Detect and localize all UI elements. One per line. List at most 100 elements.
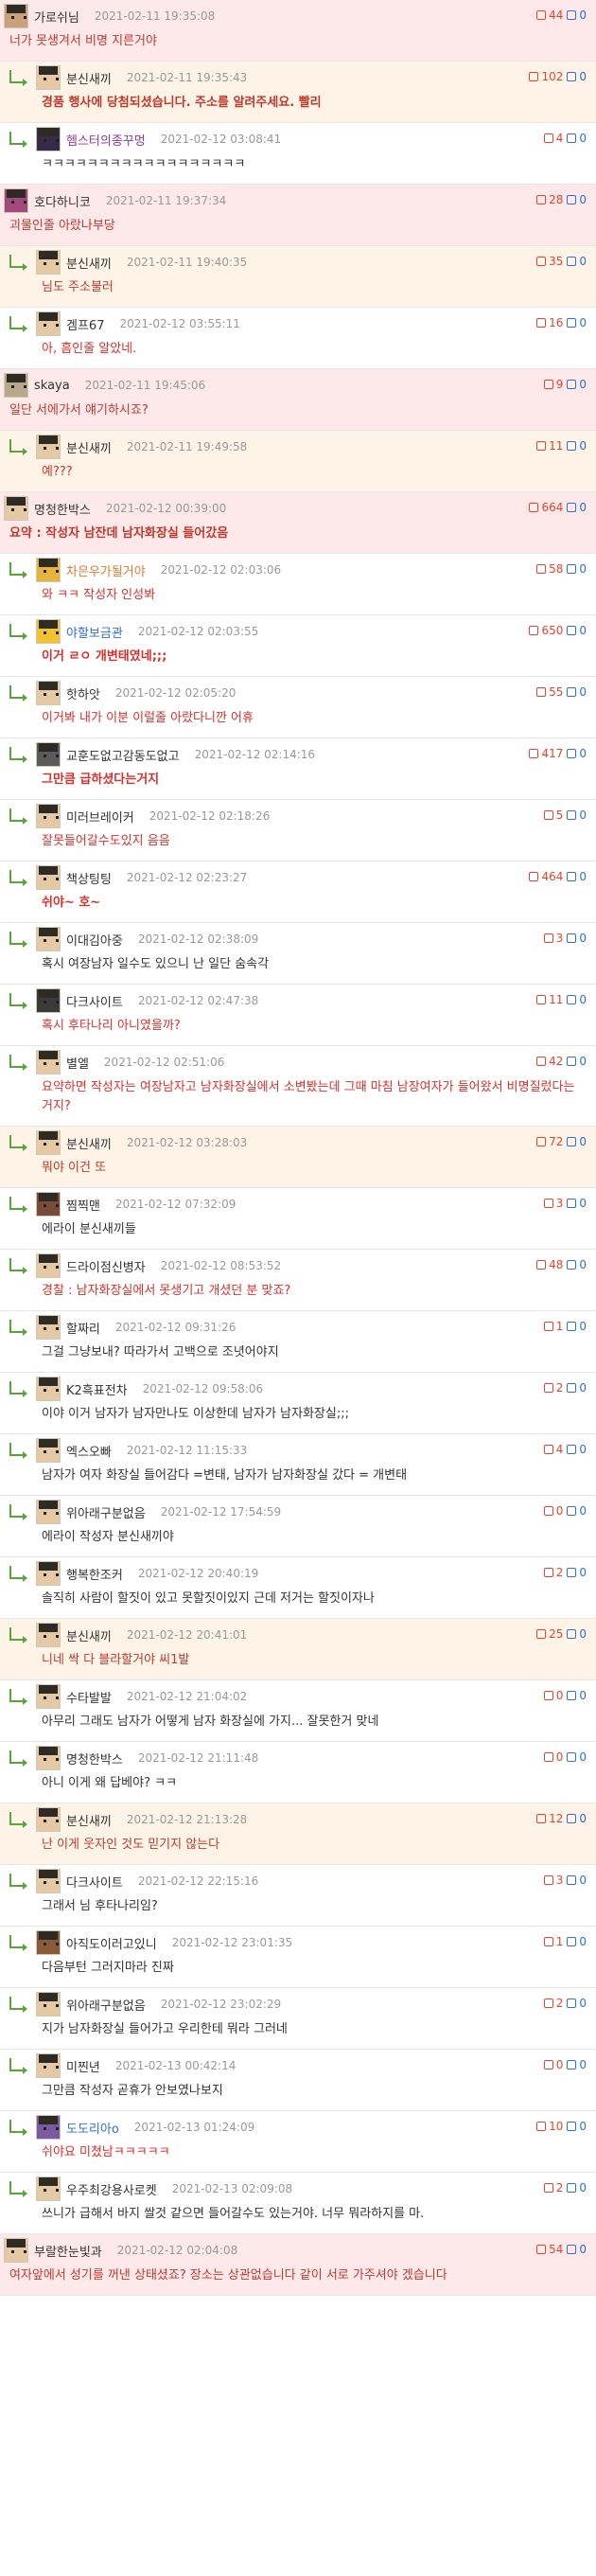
user-nickname[interactable]: 엑스오빠 bbox=[66, 1442, 112, 1460]
upvote-button[interactable]: 54 bbox=[536, 2243, 563, 2256]
user-avatar[interactable] bbox=[36, 1315, 61, 1340]
user-avatar[interactable] bbox=[36, 804, 61, 828]
downvote-button[interactable]: 0 bbox=[567, 255, 587, 268]
user-avatar[interactable] bbox=[36, 558, 61, 582]
user-avatar[interactable] bbox=[36, 927, 61, 951]
upvote-button[interactable]: 11 bbox=[536, 993, 563, 1006]
user-nickname[interactable]: 겜프67 bbox=[66, 315, 104, 333]
user-nickname[interactable]: 할짜리 bbox=[66, 1319, 100, 1337]
upvote-button[interactable]: 25 bbox=[536, 1627, 563, 1641]
user-nickname[interactable]: 야할보금관 bbox=[66, 623, 123, 641]
downvote-button[interactable]: 0 bbox=[567, 501, 587, 514]
upvote-button[interactable]: 1 bbox=[543, 1935, 563, 1948]
upvote-button[interactable]: 2 bbox=[543, 1566, 563, 1579]
user-nickname[interactable]: 분신새끼 bbox=[66, 1811, 112, 1829]
upvote-button[interactable]: 28 bbox=[536, 193, 563, 206]
user-avatar[interactable] bbox=[36, 1807, 61, 1832]
downvote-button[interactable]: 0 bbox=[567, 870, 587, 883]
user-avatar[interactable] bbox=[4, 4, 28, 28]
user-avatar[interactable] bbox=[4, 373, 28, 398]
upvote-button[interactable]: 12 bbox=[536, 1812, 563, 1825]
user-nickname[interactable]: 책상팅팅 bbox=[66, 869, 112, 887]
upvote-button[interactable]: 0 bbox=[543, 1504, 563, 1518]
upvote-button[interactable]: 650 bbox=[529, 624, 563, 637]
user-nickname[interactable]: 분신새끼 bbox=[66, 69, 112, 87]
user-avatar[interactable] bbox=[36, 1930, 61, 1955]
user-avatar[interactable] bbox=[36, 1684, 61, 1709]
user-avatar[interactable] bbox=[36, 1050, 61, 1075]
downvote-button[interactable]: 0 bbox=[567, 624, 587, 637]
user-nickname[interactable]: 호다하니코 bbox=[34, 192, 91, 210]
user-nickname[interactable]: 다크사이트 bbox=[66, 1873, 123, 1891]
user-avatar[interactable] bbox=[4, 496, 28, 521]
user-nickname[interactable]: skaya bbox=[34, 379, 70, 393]
user-nickname[interactable]: 명청한박스 bbox=[66, 1750, 123, 1768]
upvote-button[interactable]: 58 bbox=[536, 562, 563, 576]
upvote-button[interactable]: 44 bbox=[536, 9, 563, 22]
downvote-button[interactable]: 0 bbox=[567, 1258, 587, 1271]
downvote-button[interactable]: 0 bbox=[567, 132, 587, 145]
downvote-button[interactable]: 0 bbox=[567, 1689, 587, 1702]
user-avatar[interactable] bbox=[36, 1377, 61, 1401]
user-nickname[interactable]: 차은우가될거야 bbox=[66, 561, 146, 579]
user-avatar[interactable] bbox=[36, 65, 61, 90]
downvote-button[interactable]: 0 bbox=[567, 562, 587, 576]
upvote-button[interactable]: 417 bbox=[529, 747, 563, 760]
downvote-button[interactable]: 0 bbox=[567, 1935, 587, 1948]
user-avatar[interactable] bbox=[36, 865, 61, 890]
downvote-button[interactable]: 0 bbox=[567, 2243, 587, 2256]
user-nickname[interactable]: 위아래구분없음 bbox=[66, 1503, 146, 1521]
downvote-button[interactable]: 0 bbox=[567, 1055, 587, 1068]
upvote-button[interactable]: 1 bbox=[543, 1320, 563, 1333]
downvote-button[interactable]: 0 bbox=[567, 1381, 587, 1395]
user-avatar[interactable] bbox=[36, 1746, 61, 1770]
downvote-button[interactable]: 0 bbox=[567, 316, 587, 329]
upvote-button[interactable]: 72 bbox=[536, 1135, 563, 1148]
upvote-button[interactable]: 664 bbox=[529, 501, 563, 514]
upvote-button[interactable]: 16 bbox=[536, 316, 563, 329]
downvote-button[interactable]: 0 bbox=[567, 9, 587, 22]
downvote-button[interactable]: 0 bbox=[567, 378, 587, 391]
downvote-button[interactable]: 0 bbox=[567, 2181, 587, 2194]
upvote-button[interactable]: 35 bbox=[536, 255, 563, 268]
downvote-button[interactable]: 0 bbox=[567, 70, 587, 83]
upvote-button[interactable]: 2 bbox=[543, 1381, 563, 1395]
user-avatar[interactable] bbox=[36, 435, 61, 459]
user-avatar[interactable] bbox=[36, 1192, 61, 1217]
downvote-button[interactable]: 0 bbox=[567, 1750, 587, 1764]
downvote-button[interactable]: 0 bbox=[567, 1997, 587, 2010]
user-nickname[interactable]: 교훈도없고감동도없고 bbox=[66, 746, 180, 764]
user-nickname[interactable]: 행복한조커 bbox=[66, 1565, 123, 1583]
user-nickname[interactable]: 부랄한눈빛과 bbox=[34, 2242, 102, 2260]
user-nickname[interactable]: 분신새끼 bbox=[66, 1134, 112, 1152]
user-avatar[interactable] bbox=[36, 2053, 61, 2078]
user-nickname[interactable]: 아직도이러고있니 bbox=[66, 1934, 157, 1952]
upvote-button[interactable]: 10 bbox=[536, 2120, 563, 2133]
user-avatar[interactable] bbox=[36, 1500, 61, 1524]
user-nickname[interactable]: 수타발발 bbox=[66, 1688, 112, 1706]
user-avatar[interactable] bbox=[4, 188, 28, 213]
upvote-button[interactable]: 4 bbox=[543, 1443, 563, 1456]
user-nickname[interactable]: 핫하앗 bbox=[66, 684, 100, 702]
user-avatar[interactable] bbox=[36, 1623, 61, 1647]
upvote-button[interactable]: 0 bbox=[543, 1750, 563, 1764]
user-nickname[interactable]: K2흑표전차 bbox=[66, 1380, 128, 1398]
user-avatar[interactable] bbox=[36, 2115, 61, 2140]
downvote-button[interactable]: 0 bbox=[567, 1874, 587, 1887]
downvote-button[interactable]: 0 bbox=[567, 747, 587, 760]
user-avatar[interactable] bbox=[4, 2238, 28, 2263]
user-avatar[interactable] bbox=[36, 619, 61, 644]
user-avatar[interactable] bbox=[36, 1992, 61, 2016]
user-nickname[interactable]: 다크사이트 bbox=[66, 992, 123, 1010]
downvote-button[interactable]: 0 bbox=[567, 193, 587, 206]
user-avatar[interactable] bbox=[36, 681, 61, 705]
user-avatar[interactable] bbox=[36, 250, 61, 275]
user-nickname[interactable]: 가로쉬님 bbox=[34, 8, 79, 26]
downvote-button[interactable]: 0 bbox=[567, 1197, 587, 1210]
user-nickname[interactable]: 분신새끼 bbox=[66, 1626, 112, 1644]
user-nickname[interactable]: 이대김아중 bbox=[66, 931, 123, 949]
upvote-button[interactable]: 3 bbox=[543, 1874, 563, 1887]
user-nickname[interactable]: 위아래구분없음 bbox=[66, 1996, 146, 2014]
user-avatar[interactable] bbox=[36, 742, 61, 767]
upvote-button[interactable]: 102 bbox=[529, 70, 563, 83]
